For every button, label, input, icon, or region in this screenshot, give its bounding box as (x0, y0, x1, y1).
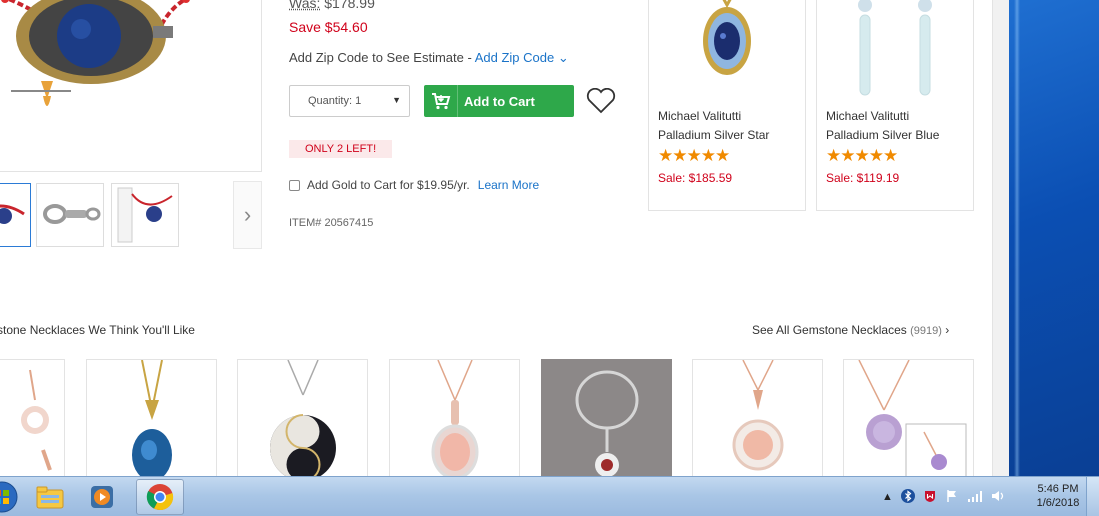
product-image (649, 0, 805, 101)
chevron-down-icon: ⌄ (557, 50, 569, 65)
recommendation-card[interactable] (692, 359, 823, 476)
show-desktop-button[interactable] (1086, 477, 1099, 516)
sale-price: Sale: $185.59 (658, 171, 733, 185)
windows-taskbar: ▲ 5:46 PM 1/6/2018 (0, 476, 1099, 516)
recommendation-card[interactable] (0, 359, 65, 476)
recommendation-card[interactable] (389, 359, 520, 476)
dropdown-caret-icon: ▼ (392, 95, 401, 105)
thumbnail-2[interactable] (36, 183, 104, 247)
desktop-background (1009, 0, 1099, 476)
product-name: Michael Valitutti Palladium Silver Star (658, 109, 770, 142)
vertical-scrollbar[interactable] (992, 0, 1009, 476)
product-image (817, 0, 973, 101)
show-hidden-icons-icon[interactable]: ▲ (882, 491, 893, 503)
thumbnail-1[interactable] (0, 183, 31, 247)
system-clock[interactable]: 5:46 PM 1/6/2018 (1031, 482, 1085, 510)
item-number: ITEM# 20567415 (289, 217, 374, 229)
star-rating-icon: ★★★★★ (658, 146, 730, 165)
save-amount: Save $54.60 (289, 19, 368, 35)
gold-membership-option: Add Gold to Cart for $19.95/yr. Learn Mo… (289, 178, 539, 192)
add-to-cart-button[interactable]: Add to Cart (424, 85, 574, 117)
chevron-right-icon: › (243, 202, 252, 227)
recommendation-card[interactable] (541, 359, 672, 476)
action-center-flag-icon[interactable] (945, 489, 959, 506)
network-signal-icon[interactable] (967, 489, 983, 506)
bluetooth-icon[interactable] (900, 488, 915, 506)
related-product-card[interactable]: Michael Valitutti Palladium Silver Star ★… (648, 0, 806, 211)
was-price: Was: $178.99 (289, 0, 375, 11)
browser-page: › Was: $178.99 Save $54.60 Add Zip Code … (0, 0, 992, 476)
media-player-icon[interactable] (78, 479, 126, 515)
cart-icon (424, 85, 458, 117)
recommendation-card[interactable] (843, 359, 974, 476)
thumbnail-3[interactable] (111, 183, 179, 247)
learn-more-link[interactable]: Learn More (478, 178, 539, 192)
gold-checkbox[interactable] (289, 179, 300, 191)
add-zip-code-link[interactable]: Add Zip Code ⌄ (475, 50, 569, 65)
recommendation-card[interactable] (237, 359, 368, 476)
wishlist-heart-icon[interactable] (586, 87, 616, 114)
volume-speaker-icon[interactable] (991, 489, 1007, 506)
sale-price: Sale: $119.19 (826, 171, 900, 185)
product-name: Michael Valitutti Palladium Silver Blue (826, 109, 940, 142)
related-product-card[interactable]: Michael Valitutti Palladium Silver Blue ★… (816, 0, 974, 211)
see-all-link[interactable]: See All Gemstone Necklaces (9919) › (752, 323, 949, 337)
quantity-select[interactable]: Quantity: 1 ▼ (289, 85, 410, 117)
system-tray: ▲ (882, 485, 1007, 509)
file-explorer-icon[interactable] (26, 479, 74, 515)
chrome-icon[interactable] (136, 479, 184, 515)
chevron-right-icon: › (945, 323, 950, 337)
thumbnail-next-arrow[interactable]: › (233, 181, 262, 249)
start-orb-icon[interactable] (0, 479, 26, 515)
star-rating-icon: ★★★★★ (826, 146, 898, 165)
stock-warning-badge: ONLY 2 LEFT! (289, 140, 393, 158)
recommendation-card[interactable] (86, 359, 217, 476)
zip-estimate: Add Zip Code to See Estimate - Add Zip C… (289, 50, 569, 65)
recommendations-title: stone Necklaces We Think You'll Like (0, 323, 195, 337)
main-product-image[interactable] (0, 0, 262, 172)
mcafee-shield-icon[interactable] (923, 489, 937, 506)
